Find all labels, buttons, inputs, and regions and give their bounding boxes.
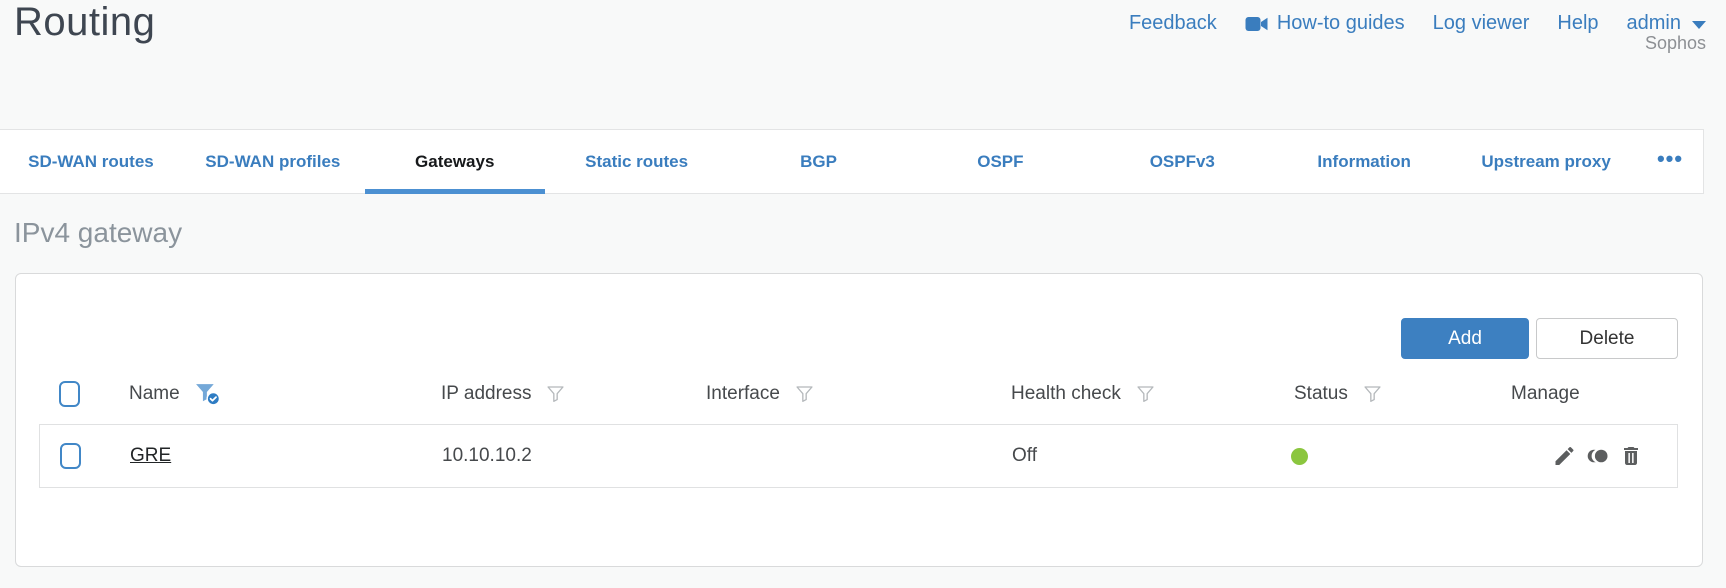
feedback-link[interactable]: Feedback xyxy=(1129,12,1217,35)
delete-button[interactable]: Delete xyxy=(1536,318,1678,359)
filter-active-icon[interactable] xyxy=(194,381,221,406)
tab-ospfv3[interactable]: OSPFv3 xyxy=(1091,130,1273,193)
column-header-name: Name xyxy=(129,382,180,404)
video-camera-icon xyxy=(1245,16,1268,32)
tab-information[interactable]: Information xyxy=(1273,130,1455,193)
howto-guides-link[interactable]: How-to guides xyxy=(1245,12,1405,35)
column-header-status: Status xyxy=(1294,382,1348,404)
gateway-health-check-value: Off xyxy=(1012,445,1037,466)
log-viewer-link[interactable]: Log viewer xyxy=(1433,12,1530,35)
status-dot xyxy=(1291,447,1308,465)
card-actions: Add Delete xyxy=(1401,318,1678,359)
delete-icon[interactable] xyxy=(1619,444,1643,468)
filter-icon[interactable] xyxy=(1362,383,1383,405)
table-header: Name IP address Interface Health check S… xyxy=(39,363,1678,424)
column-header-ip-address: IP address xyxy=(441,382,532,404)
tab-upstream-proxy[interactable]: Upstream proxy xyxy=(1455,130,1637,193)
tab-bar: SD-WAN routes SD-WAN profiles Gateways S… xyxy=(0,129,1704,194)
help-link[interactable]: Help xyxy=(1557,12,1598,35)
tab-bgp[interactable]: BGP xyxy=(728,130,910,193)
log-viewer-label: Log viewer xyxy=(1432,12,1530,34)
ipv4-gateway-card: Add Delete Name IP address Interface Hea… xyxy=(15,273,1703,567)
row-checkbox[interactable] xyxy=(60,443,81,469)
column-header-interface: Interface xyxy=(706,382,780,404)
add-button[interactable]: Add xyxy=(1401,318,1529,359)
filter-icon[interactable] xyxy=(794,383,815,405)
admin-menu[interactable]: admin xyxy=(1627,12,1706,35)
tab-sd-wan-routes[interactable]: SD-WAN routes xyxy=(0,130,182,193)
routing-page: Routing Feedback How-to guides Log viewe… xyxy=(0,0,1726,588)
chevron-down-icon xyxy=(1692,21,1706,29)
clone-icon[interactable] xyxy=(1585,444,1611,468)
tab-ospf[interactable]: OSPF xyxy=(909,130,1091,193)
help-label: Help xyxy=(1557,12,1599,34)
edit-icon[interactable] xyxy=(1552,444,1577,468)
more-tabs-button[interactable]: ••• xyxy=(1637,130,1703,193)
column-header-health-check: Health check xyxy=(1011,382,1121,404)
feedback-label: Feedback xyxy=(1128,12,1217,34)
filter-icon[interactable] xyxy=(545,383,566,405)
tab-sd-wan-profiles[interactable]: SD-WAN profiles xyxy=(182,130,364,193)
howto-guides-label: How-to guides xyxy=(1276,12,1405,34)
top-nav: Feedback How-to guides Log viewer Help a… xyxy=(1129,12,1706,35)
filter-icon[interactable] xyxy=(1135,383,1156,405)
select-all-checkbox[interactable] xyxy=(59,380,80,407)
section-title: IPv4 gateway xyxy=(14,217,183,248)
tab-static-routes[interactable]: Static routes xyxy=(546,130,728,193)
tab-gateways[interactable]: Gateways xyxy=(364,130,546,194)
gateway-ip-value: 10.10.10.2 xyxy=(442,445,532,466)
page-title: Routing xyxy=(14,0,156,44)
table-row: GRE 10.10.10.2 Off xyxy=(39,424,1678,488)
brand-label: Sophos xyxy=(1644,33,1706,53)
gateway-name-link[interactable]: GRE xyxy=(130,445,171,467)
column-header-manage: Manage xyxy=(1511,382,1580,404)
admin-label: admin xyxy=(1626,12,1681,34)
